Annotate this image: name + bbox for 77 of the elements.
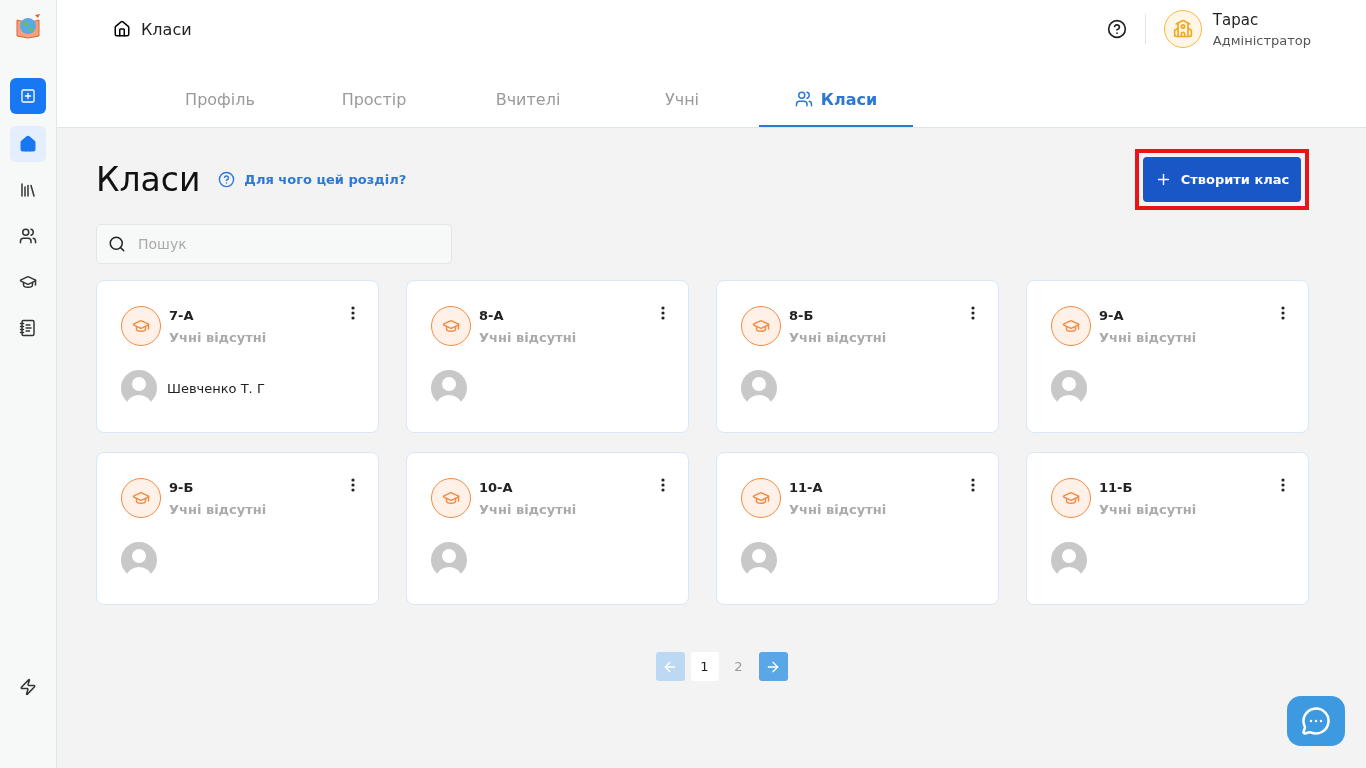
class-status: Учні відсутні xyxy=(1099,501,1197,517)
graduation-cap-icon xyxy=(752,489,770,507)
graduation-cap-icon xyxy=(1062,317,1080,335)
class-name: 9-А xyxy=(1099,307,1125,323)
class-name: 8-Б xyxy=(789,307,815,323)
users-icon xyxy=(19,227,37,245)
teacher-name: Шевченко Т. Г xyxy=(167,380,265,396)
home-icon xyxy=(113,20,131,38)
more-options-icon xyxy=(1281,478,1285,492)
class-name: 11-Б xyxy=(1099,479,1134,495)
person-avatar-icon xyxy=(121,542,157,578)
breadcrumb-title: Класи xyxy=(141,19,192,39)
more-options-icon xyxy=(351,478,355,492)
class-status: Учні відсутні xyxy=(1099,329,1197,345)
class-name: 7-А xyxy=(169,307,195,323)
graduation-cap-icon xyxy=(1062,489,1080,507)
more-options-icon xyxy=(351,306,355,320)
tab[interactable]: Класи xyxy=(759,81,913,127)
class-card[interactable]: 10-А Учні відсутні xyxy=(406,452,689,605)
class-status: Учні відсутні xyxy=(169,501,267,517)
class-card[interactable]: 9-А Учні відсутні xyxy=(1026,280,1309,433)
graduation-cap-icon xyxy=(19,273,37,291)
page-title: Класи xyxy=(96,159,201,199)
class-status: Учні відсутні xyxy=(479,329,577,345)
users-icon xyxy=(794,90,813,108)
more-options-icon xyxy=(971,478,975,492)
more-options-icon xyxy=(661,306,665,320)
chat-icon xyxy=(1301,706,1331,736)
page-button[interactable]: 1 xyxy=(690,652,719,681)
class-name: 10-А xyxy=(479,479,514,495)
class-status: Учні відсутні xyxy=(789,501,887,517)
graduation-cap-icon xyxy=(442,317,460,335)
class-name: 8-А xyxy=(479,307,505,323)
user-role: Адміністратор xyxy=(1212,32,1311,48)
lightning-button[interactable] xyxy=(19,678,37,696)
graduation-cap-icon xyxy=(132,317,150,335)
home-icon xyxy=(19,135,37,153)
help-icon xyxy=(1106,19,1127,39)
person-avatar-icon xyxy=(741,542,777,578)
class-card[interactable]: 11-А Учні відсутні xyxy=(716,452,999,605)
books-icon xyxy=(19,181,37,199)
class-name: 11-А xyxy=(789,479,824,495)
graduation-cap-icon xyxy=(132,489,150,507)
person-avatar-icon xyxy=(121,370,157,406)
graduation-cap-icon xyxy=(442,489,460,507)
help-button[interactable] xyxy=(1106,19,1127,39)
class-status: Учні відсутні xyxy=(479,501,577,517)
class-status: Учні відсутні xyxy=(789,329,887,345)
person-avatar-icon xyxy=(1051,542,1087,578)
class-card[interactable]: 7-А Учні відсутні Шевченко Т. Г xyxy=(96,280,379,433)
more-options-icon xyxy=(1281,306,1285,320)
graduation-cap-icon xyxy=(752,317,770,335)
search-icon xyxy=(108,235,126,253)
class-card[interactable]: 9-Б Учні відсутні xyxy=(96,452,379,605)
user-name: Тарас xyxy=(1212,10,1260,29)
class-status: Учні відсутні xyxy=(169,329,267,345)
plus-icon xyxy=(20,88,36,104)
school-icon xyxy=(1172,19,1193,39)
person-avatar-icon xyxy=(431,542,467,578)
class-card[interactable]: 8-А Учні відсутні xyxy=(406,280,689,433)
lightning-icon xyxy=(19,678,37,696)
person-avatar-icon xyxy=(1051,370,1087,406)
help-icon xyxy=(218,170,236,188)
class-card[interactable]: 11-Б Учні відсутні xyxy=(1026,452,1309,605)
add-button[interactable] xyxy=(10,78,46,114)
chat-button[interactable] xyxy=(1287,696,1345,746)
help-link[interactable]: Для чого цей розділ? xyxy=(218,170,407,188)
logo-icon xyxy=(14,12,42,40)
notebook-icon xyxy=(19,319,37,337)
person-avatar-icon xyxy=(741,370,777,406)
more-options-icon xyxy=(661,478,665,492)
class-card[interactable]: 8-Б Учні відсутні xyxy=(716,280,999,433)
person-avatar-icon xyxy=(431,370,467,406)
search-field[interactable]: Пошук xyxy=(96,224,452,264)
class-name: 9-Б xyxy=(169,479,195,495)
create-class-button[interactable]: Створити клас xyxy=(1143,156,1301,202)
more-options-icon xyxy=(971,306,975,320)
